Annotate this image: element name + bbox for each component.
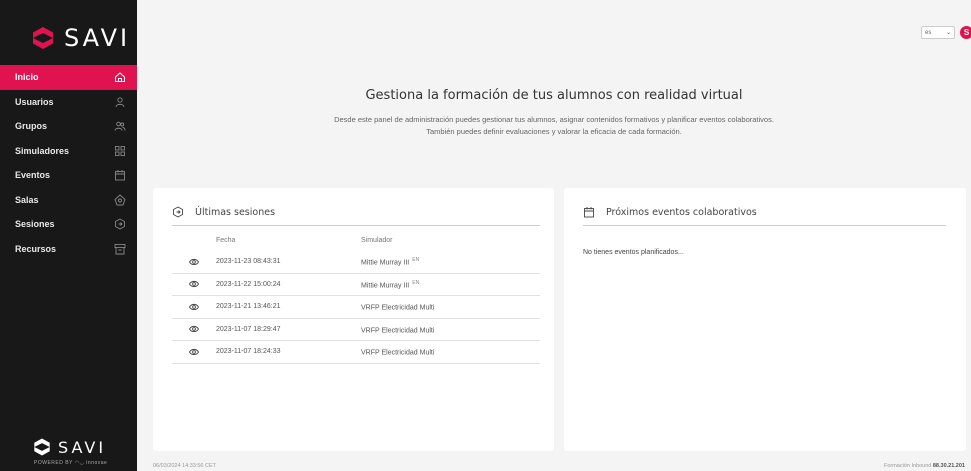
session-simulator: VRFP Electricidad Multi bbox=[361, 347, 540, 356]
session-date: 2023-11-07 18:24:33 bbox=[216, 348, 281, 356]
brand-logo[interactable]: SAVI bbox=[30, 24, 130, 52]
sidebar-item-simuladores[interactable]: Simuladores bbox=[0, 139, 137, 164]
divider bbox=[172, 225, 540, 226]
session-simulator: VRFP Electricidad Multi bbox=[361, 325, 540, 334]
sidebar-item-label: Salas bbox=[15, 194, 39, 205]
session-date: 2023-11-07 18:29:47 bbox=[216, 325, 281, 333]
sidebar-item-salas[interactable]: Salas bbox=[0, 188, 137, 213]
archive-icon bbox=[114, 243, 126, 255]
subtitle-line: También puedes definir evaluaciones y va… bbox=[426, 127, 682, 136]
sidebar-item-label: Usuarios bbox=[15, 96, 54, 107]
language-value: es bbox=[925, 29, 932, 36]
sidebar-item-recursos[interactable]: Recursos bbox=[0, 237, 137, 262]
user-avatar[interactable]: S bbox=[960, 26, 971, 39]
eye-icon[interactable] bbox=[172, 347, 216, 357]
column-header-date: Fecha bbox=[216, 236, 236, 244]
table-row[interactable]: 2023-11-07 18:24:33 VRFP Electricidad Mu… bbox=[172, 341, 540, 364]
session-simulator: VRFP Electricidad Multi bbox=[361, 302, 540, 311]
building-icon bbox=[114, 194, 126, 206]
sidebar-item-label: Grupos bbox=[15, 121, 48, 132]
sessions-card-title: Últimas sesiones bbox=[195, 206, 276, 218]
sidebar-item-usuarios[interactable]: Usuarios bbox=[0, 90, 137, 115]
savi-logo-icon bbox=[33, 27, 53, 49]
calendar-icon bbox=[584, 207, 594, 218]
savi-logo-icon bbox=[34, 438, 50, 456]
session-simulator: Mittie Murray III EN bbox=[361, 280, 540, 289]
table-row[interactable]: 2023-11-22 15:00:24 Mittie Murray III EN bbox=[172, 274, 540, 296]
sidebar-item-grupos[interactable]: Grupos bbox=[0, 114, 137, 139]
table-header: Fecha Simulador bbox=[172, 229, 540, 251]
sessions-card-header: Últimas sesiones bbox=[172, 206, 275, 218]
events-card-header: Próximos eventos colaborativos bbox=[583, 206, 757, 218]
language-select[interactable]: es ⌄ bbox=[921, 26, 955, 39]
eye-icon[interactable] bbox=[172, 279, 216, 289]
simulator-name: Mittie Murray III bbox=[361, 259, 410, 267]
page-title: Gestiona la formación de tus alumnos con… bbox=[365, 88, 743, 103]
simulator-name: VRFP Electricidad Multi bbox=[361, 326, 435, 334]
table-row[interactable]: 2023-11-23 08:43:31 Mittie Murray III EN bbox=[172, 251, 540, 274]
session-date: 2023-11-22 15:00:24 bbox=[216, 280, 281, 288]
grid-icon bbox=[114, 145, 126, 157]
table-row[interactable]: 2023-11-21 13:46:21 VRFP Electricidad Mu… bbox=[172, 296, 540, 319]
language-tag: EN bbox=[412, 279, 420, 286]
eye-icon[interactable] bbox=[172, 324, 216, 334]
table-row[interactable]: 2023-11-07 18:29:47 VRFP Electricidad Mu… bbox=[172, 319, 540, 341]
user-icon bbox=[114, 96, 126, 108]
group-icon bbox=[114, 120, 126, 132]
powered-by: POWERED BY ◠◡ innovae bbox=[34, 460, 108, 466]
simulator-name: Mittie Murray III bbox=[361, 281, 410, 289]
simulator-name: VRFP Electricidad Multi bbox=[361, 349, 435, 357]
sessions-card: Últimas sesiones Fecha Simulador 2023-11… bbox=[153, 188, 554, 451]
subtitle-line: Desde este panel de administración puede… bbox=[334, 115, 774, 124]
chevron-down-icon: ⌄ bbox=[945, 30, 951, 36]
events-card-title: Próximos eventos colaborativos bbox=[606, 206, 757, 218]
eye-icon[interactable] bbox=[172, 257, 216, 267]
brand-name: SAVI bbox=[58, 437, 107, 457]
footer-label: Formación Inbound bbox=[883, 463, 933, 469]
session-simulator: Mittie Murray III EN bbox=[361, 257, 540, 266]
brand-logo-bottom: SAVI bbox=[32, 437, 106, 457]
column-header-simulator: Simulador bbox=[361, 236, 393, 244]
sidebar-item-sesiones[interactable]: Sesiones bbox=[0, 212, 137, 237]
events-card: Próximos eventos colaborativos No tienes… bbox=[564, 188, 966, 451]
sessions-table: Fecha Simulador 2023-11-23 08:43:31 Mitt… bbox=[172, 229, 540, 364]
sidebar-item-inicio[interactable]: Inicio bbox=[0, 65, 137, 90]
empty-state: No tienes eventos planificados... bbox=[583, 249, 684, 256]
sidebar-item-label: Inicio bbox=[15, 72, 39, 83]
brand-name: SAVI bbox=[64, 24, 131, 52]
eye-icon[interactable] bbox=[172, 302, 216, 312]
session-icon bbox=[173, 206, 183, 218]
page-subtitle: Desde este panel de administración puede… bbox=[137, 114, 971, 138]
footer-info: Formación Inbound 88.30.21.201 bbox=[884, 463, 965, 469]
home-icon bbox=[114, 71, 126, 83]
sidebar-item-label: Sesiones bbox=[15, 219, 55, 230]
sidebar-item-label: Eventos bbox=[15, 170, 51, 181]
sidebar-item-label: Simuladores bbox=[15, 145, 70, 156]
language-tag: EN bbox=[412, 257, 420, 264]
calendar-icon bbox=[114, 169, 126, 181]
divider bbox=[583, 225, 946, 226]
session-date: 2023-11-23 08:43:31 bbox=[216, 258, 281, 266]
sidebar-item-eventos[interactable]: Eventos bbox=[0, 163, 137, 188]
footer-timestamp: 06/03/2024 14:33:56 CET bbox=[153, 463, 216, 469]
session-date: 2023-11-21 13:46:21 bbox=[216, 303, 281, 311]
sidebar-item-label: Recursos bbox=[15, 243, 57, 254]
sidebar: SAVI Inicio Usuarios Grupos Simuladores … bbox=[0, 0, 137, 471]
simulator-name: VRFP Electricidad Multi bbox=[361, 304, 435, 312]
session-icon bbox=[114, 218, 126, 230]
sidebar-nav: Inicio Usuarios Grupos Simuladores Event… bbox=[0, 65, 137, 261]
footer-value: 88.30.21.201 bbox=[932, 463, 965, 469]
